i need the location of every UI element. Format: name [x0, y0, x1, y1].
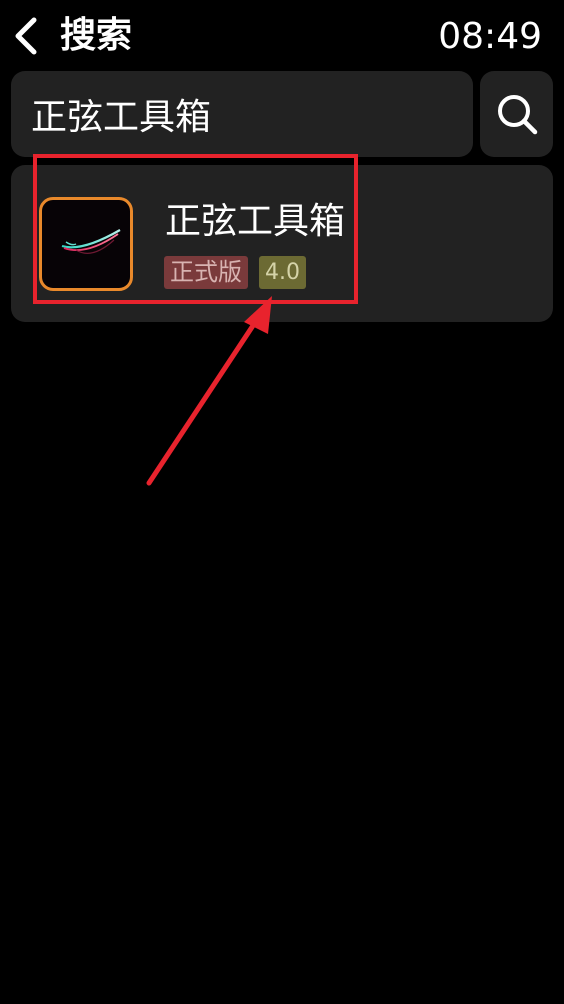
chevron-left-icon	[15, 17, 37, 55]
clock: 08:49	[438, 16, 542, 57]
version-badge: 4.0	[259, 256, 306, 289]
app-logo-icon	[39, 197, 133, 291]
search-input[interactable]: 正弦工具箱	[11, 71, 473, 157]
back-button[interactable]	[6, 14, 46, 58]
search-icon	[497, 95, 537, 135]
search-result-item[interactable]: 正弦工具箱 正式版 4.0	[11, 165, 553, 322]
app-name: 正弦工具箱	[165, 201, 346, 242]
edition-badge: 正式版	[164, 256, 248, 289]
search-button[interactable]	[480, 71, 553, 157]
search-query: 正弦工具箱	[31, 97, 212, 138]
page-title: 搜索	[60, 15, 133, 56]
